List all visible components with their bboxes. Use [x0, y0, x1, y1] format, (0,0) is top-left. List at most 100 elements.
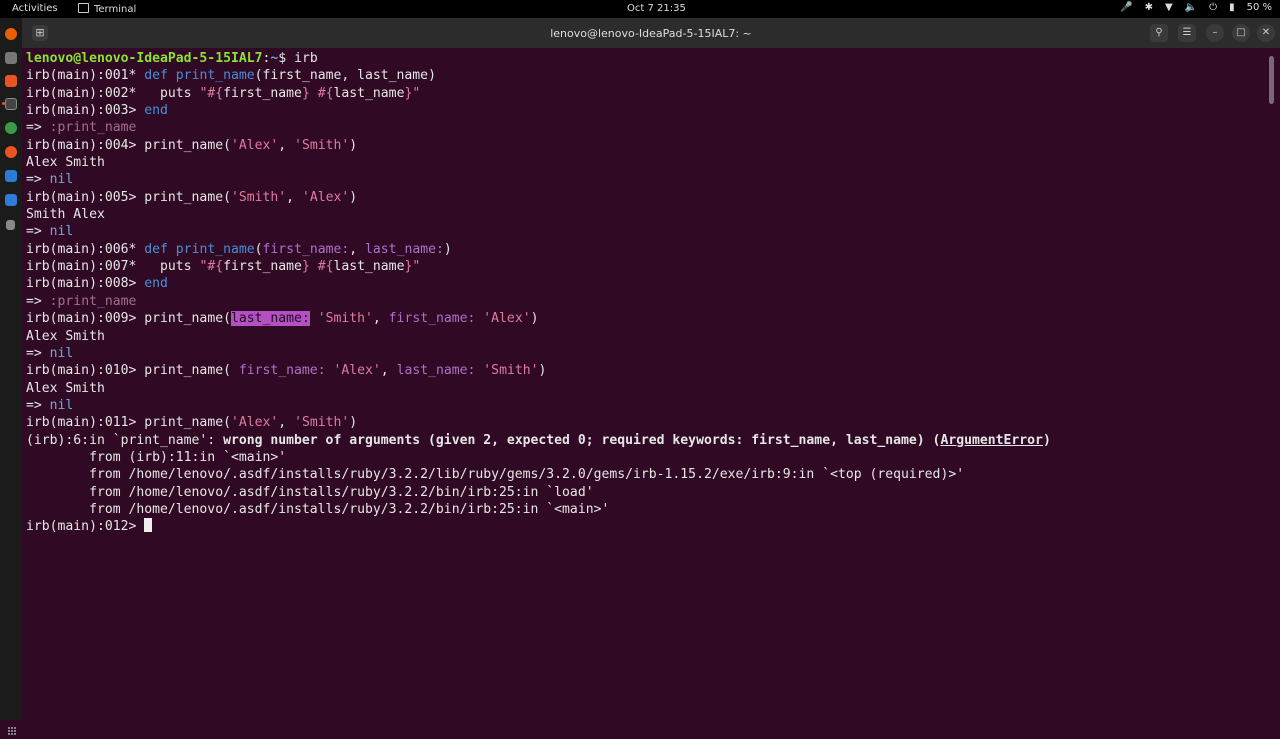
string: "#{: [199, 259, 224, 275]
string: 'Smith': [294, 137, 350, 153]
nil-value: nil: [49, 224, 74, 240]
comma: ,: [286, 189, 302, 205]
app-name: Terminal: [94, 4, 137, 15]
text-editor-icon[interactable]: [5, 194, 17, 206]
output: Alex Smith: [26, 155, 105, 171]
output: Smith Alex: [26, 207, 105, 223]
string: 'Smith': [230, 189, 287, 205]
string: 'Alex': [333, 363, 381, 379]
software-icon[interactable]: [5, 75, 17, 87]
terminal-line: Alex Smith: [26, 154, 1266, 171]
terminal-line: => nil: [26, 171, 1266, 188]
call: print_name(: [144, 311, 231, 327]
terminal-line: irb(main):008> end: [26, 275, 1266, 292]
paren: ): [443, 241, 452, 257]
nil-value: nil: [49, 397, 74, 413]
interp-var: first_name: [223, 85, 302, 101]
chrome-icon[interactable]: [5, 122, 17, 134]
keyword-arg: first_name:: [388, 311, 476, 327]
search-icon[interactable]: ⚲: [1150, 24, 1168, 42]
selected-text: last_name:: [230, 311, 310, 327]
terminal-line: Alex Smith: [26, 328, 1266, 345]
window-title: lenovo@lenovo-IdeaPad-5-15IAL7: ~: [550, 27, 752, 40]
keyword: def: [144, 241, 168, 257]
terminal-line: irb(main):007* puts "#{first_name} #{las…: [26, 258, 1266, 275]
string: 'Alex': [483, 311, 531, 327]
symbol: :print_name: [49, 120, 137, 136]
activities-button[interactable]: Activities: [12, 3, 58, 14]
paren: ): [538, 363, 547, 379]
terminal-line: irb(main):004> print_name('Alex', 'Smith…: [26, 137, 1266, 154]
close-icon[interactable]: ✕: [1257, 24, 1275, 42]
terminal-line: irb(main):001* def print_name(first_name…: [26, 67, 1266, 84]
string: }": [404, 85, 421, 101]
string: }": [404, 259, 421, 275]
window-title-bar[interactable]: ⊞ lenovo@lenovo-IdeaPad-5-15IAL7: ~ ⚲ ☰ …: [22, 18, 1280, 48]
output: Alex Smith: [26, 328, 105, 344]
battery-percent: 50 %: [1246, 2, 1272, 13]
string: 'Alex': [301, 189, 350, 205]
terminal-line: Alex Smith: [26, 380, 1266, 397]
backtrace-line: from /home/lenovo/.asdf/installs/ruby/3.…: [26, 484, 594, 500]
ubuntu-icon[interactable]: [5, 146, 17, 158]
call: print_name(: [144, 415, 231, 431]
error-class: ArgumentError: [940, 432, 1043, 448]
result-arrow: =>: [26, 345, 50, 361]
string: 'Smith': [294, 415, 350, 431]
irb-prompt: irb(main):010>: [26, 363, 145, 379]
terminal-line: => nil: [26, 223, 1266, 240]
irb-prompt: irb(main):011>: [26, 415, 145, 431]
string: 'Alex': [230, 137, 279, 153]
terminal-line: irb(main):009> print_name(last_name: 'Sm…: [26, 310, 1266, 327]
firefox-icon[interactable]: [5, 28, 17, 40]
terminal-line: => :print_name: [26, 293, 1266, 310]
irb-prompt: irb(main):006*: [26, 241, 145, 257]
hamburger-icon[interactable]: ☰: [1178, 24, 1196, 42]
text-cursor[interactable]: [144, 518, 153, 533]
paren: ): [530, 311, 539, 327]
keyword: end: [144, 103, 168, 119]
minimize-icon[interactable]: –: [1206, 24, 1224, 42]
string: "#{: [199, 85, 224, 101]
scrollbar[interactable]: [1269, 56, 1274, 104]
clock[interactable]: Oct 7 21:35: [627, 3, 686, 14]
terminal-line[interactable]: irb(main):012>: [26, 518, 1266, 535]
paren: ): [349, 415, 358, 431]
power-icon: ⏻: [1209, 2, 1218, 13]
terminal-line: Smith Alex: [26, 206, 1266, 223]
maximize-icon[interactable]: □: [1232, 24, 1250, 42]
call: print_name(: [144, 137, 231, 153]
method-name: print_name: [175, 241, 255, 257]
files-icon[interactable]: [5, 52, 17, 64]
system-tray[interactable]: 🎤 ✱ ▼ 🔈 ⏻ ▮ 50 %: [1120, 2, 1272, 13]
error-line: (irb):6:in `print_name': wrong number of…: [26, 432, 1266, 449]
terminal-output[interactable]: lenovo@lenovo-IdeaPad-5-15IAL7:~$ irb ir…: [26, 50, 1266, 710]
vscode-icon[interactable]: [5, 170, 17, 182]
terminal-line: irb(main):003> end: [26, 102, 1266, 119]
result-arrow: =>: [26, 120, 50, 136]
app-menu-terminal[interactable]: Terminal: [78, 3, 136, 15]
paren: (: [254, 241, 263, 257]
string: 'Smith': [317, 311, 373, 327]
terminal-app-icon: [78, 3, 89, 13]
params: (first_name, last_name): [254, 68, 436, 84]
trash-icon[interactable]: [6, 220, 15, 230]
output: Alex Smith: [26, 380, 105, 396]
terminal-line: irb(main):011> print_name('Alex', 'Smith…: [26, 414, 1266, 431]
string: } #{: [301, 85, 334, 101]
irb-prompt: irb(main):004>: [26, 137, 145, 153]
terminal-icon[interactable]: [5, 98, 17, 110]
comma: ,: [278, 415, 295, 431]
irb-prompt: irb(main):002*: [26, 85, 161, 101]
terminal-line: => nil: [26, 345, 1266, 362]
paren: ): [1042, 432, 1051, 448]
irb-prompt: irb(main):005>: [26, 189, 145, 205]
paren: ): [349, 189, 358, 205]
keyword-arg: first_name:: [262, 241, 350, 257]
paren: ): [349, 137, 358, 153]
result-arrow: =>: [26, 172, 50, 188]
keyword-arg: last_name:: [365, 241, 444, 257]
method-name: print_name: [175, 68, 255, 84]
show-apps-icon[interactable]: [8, 720, 16, 735]
result-arrow: =>: [26, 224, 50, 240]
